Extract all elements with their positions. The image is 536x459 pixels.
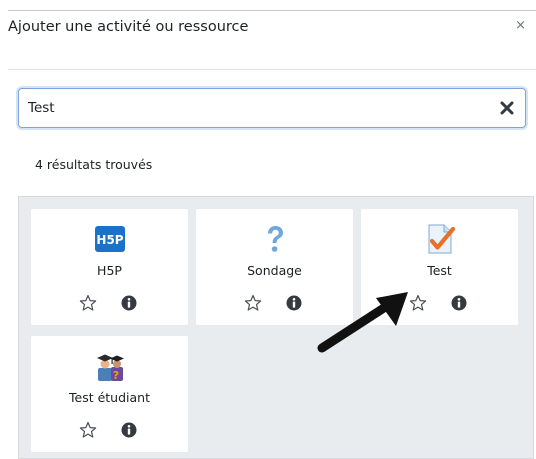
info-icon[interactable] <box>286 295 302 311</box>
activity-card-sondage[interactable]: Sondage <box>196 209 353 325</box>
question-icon <box>268 226 283 252</box>
star-outline-icon[interactable] <box>79 421 97 439</box>
activity-name: Test <box>427 263 452 278</box>
card-actions <box>196 294 353 312</box>
activity-card-test[interactable]: Test <box>361 209 518 325</box>
quiz-icon <box>428 224 456 254</box>
info-icon[interactable] <box>121 422 137 438</box>
search-input[interactable] <box>28 97 488 119</box>
info-icon[interactable] <box>121 295 137 311</box>
card-actions <box>31 294 188 312</box>
star-outline-icon[interactable] <box>244 294 262 312</box>
results-count: 4 résultats trouvés <box>35 157 153 172</box>
info-icon[interactable] <box>451 295 467 311</box>
activity-card-test-etudiant[interactable]: ? Test étudiant <box>31 336 188 452</box>
svg-text:H5P: H5P <box>96 233 123 247</box>
card-actions <box>31 421 188 439</box>
star-outline-icon[interactable] <box>79 294 97 312</box>
close-button[interactable]: × <box>515 18 526 33</box>
svg-text:?: ? <box>113 369 119 382</box>
activity-name: Test étudiant <box>69 390 150 405</box>
activity-name: H5P <box>97 263 122 278</box>
search-box <box>18 88 526 128</box>
card-actions <box>361 294 518 312</box>
h5p-icon: H5P <box>95 226 125 252</box>
activity-card-h5p[interactable]: H5P H5P <box>31 209 188 325</box>
star-outline-icon[interactable] <box>409 294 427 312</box>
clear-icon[interactable] <box>499 100 515 116</box>
header-divider <box>8 69 536 70</box>
modal-title: Ajouter une activité ou ressource <box>8 19 249 35</box>
activity-name: Sondage <box>247 263 302 278</box>
student-quiz-icon: ? <box>97 354 124 382</box>
